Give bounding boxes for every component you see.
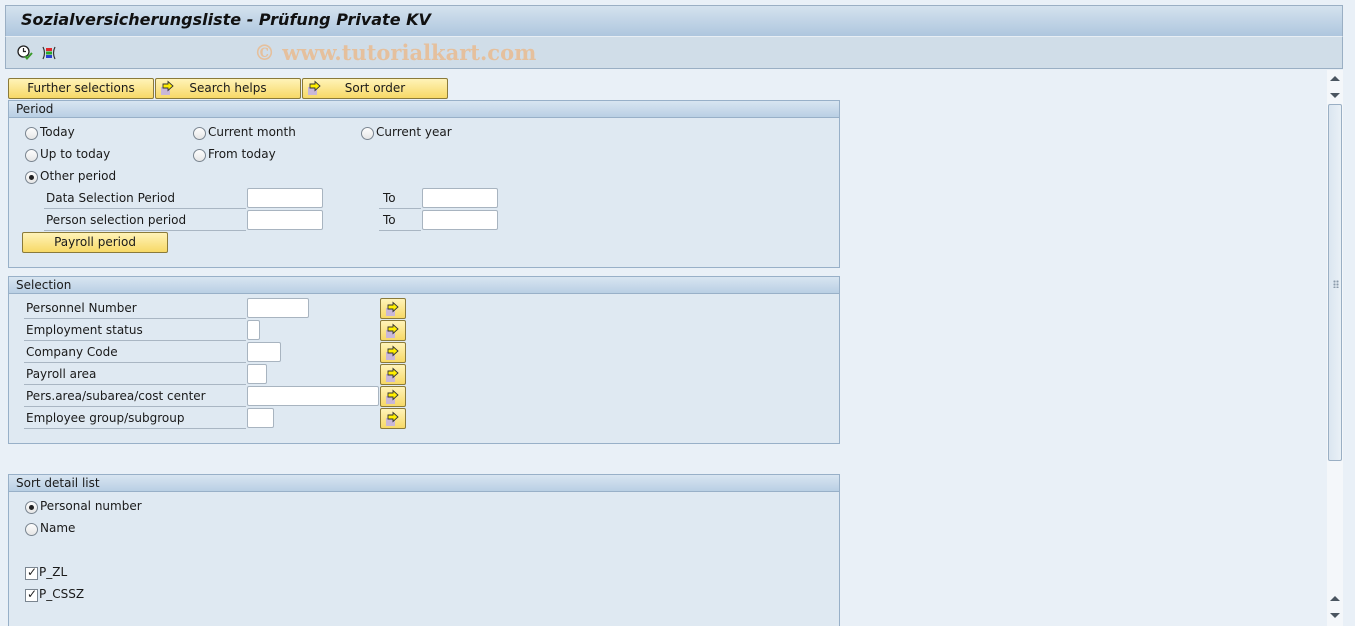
person-selection-to-input[interactable] <box>422 210 498 230</box>
arrow-up-icon <box>1330 596 1340 601</box>
company-code-label: Company Code <box>24 342 246 363</box>
period-group: Period Today Current month Current year … <box>8 100 840 268</box>
further-selections-button[interactable]: Further selections <box>8 78 154 99</box>
personnel-number-label: Personnel Number <box>24 298 246 319</box>
radio-personal-number[interactable] <box>25 501 38 514</box>
radio-name[interactable] <box>25 523 38 536</box>
arrow-right-icon <box>386 367 399 382</box>
radio-personal-number-label: Personal number <box>40 499 142 513</box>
employee-group-label: Employee group/subgroup <box>24 408 246 429</box>
execute-clock-icon[interactable] <box>16 44 34 62</box>
employment-status-multiple-selection-button[interactable] <box>380 320 406 341</box>
grip-icon <box>1333 280 1339 288</box>
radio-other-period[interactable] <box>25 171 38 184</box>
radio-current-month-label: Current month <box>208 125 296 139</box>
scroll-thumb[interactable] <box>1328 104 1342 461</box>
company-code-multiple-selection-button[interactable] <box>380 342 406 363</box>
arrow-right-icon <box>307 80 323 102</box>
radio-other-period-label: Other period <box>40 169 117 183</box>
radio-current-month[interactable] <box>193 127 206 140</box>
person-selection-from-input[interactable] <box>247 210 323 230</box>
radio-today-label: Today <box>40 125 75 139</box>
arrow-down-icon <box>1330 613 1340 618</box>
arrow-up-icon <box>1330 76 1340 81</box>
further-selections-label: Further selections <box>27 81 135 95</box>
arrow-right-icon <box>386 323 399 338</box>
period-group-title: Period <box>9 101 839 118</box>
employment-status-label: Employment status <box>24 320 246 341</box>
selection-group-title: Selection <box>9 277 839 294</box>
personnel-number-multiple-selection-button[interactable] <box>380 298 406 319</box>
data-selection-from-input[interactable] <box>247 188 323 208</box>
radio-from-today[interactable] <box>193 149 206 162</box>
sort-detail-group-title: Sort detail list <box>9 475 839 492</box>
checkbox-p-zl[interactable] <box>25 565 38 580</box>
window-title: Sozialversicherungsliste - Prüfung Priva… <box>21 10 431 29</box>
person-selection-period-label: Person selection period <box>44 210 246 231</box>
radio-today[interactable] <box>25 127 38 140</box>
radio-up-to-today[interactable] <box>25 149 38 162</box>
radio-from-today-label: From today <box>208 147 276 161</box>
payroll-area-input[interactable] <box>247 364 267 384</box>
checkbox-p-cssz[interactable] <box>25 587 38 602</box>
scroll-up-button[interactable] <box>1327 71 1343 87</box>
data-selection-to-label: To <box>379 188 421 209</box>
pers-area-input[interactable] <box>247 386 379 406</box>
radio-up-to-today-label: Up to today <box>40 147 111 161</box>
radio-name-label: Name <box>40 521 76 535</box>
radio-current-year[interactable] <box>361 127 374 140</box>
checkbox-p-cssz-label: P_CSSZ <box>39 587 85 601</box>
employment-status-input[interactable] <box>247 320 260 340</box>
pers-area-multiple-selection-button[interactable] <box>380 386 406 407</box>
checkbox-p-zl-label: P_ZL <box>39 565 68 579</box>
sort-detail-group: Sort detail list Personal number Name P_… <box>8 474 840 626</box>
arrow-down-icon <box>1330 93 1340 98</box>
scroll-page-down-button[interactable] <box>1327 607 1343 623</box>
vertical-scrollbar[interactable] <box>1327 70 1343 626</box>
employee-group-input[interactable] <box>247 408 274 428</box>
pers-area-label: Pers.area/subarea/cost center <box>24 386 246 407</box>
company-code-input[interactable] <box>247 342 281 362</box>
arrow-right-icon <box>386 301 399 316</box>
data-selection-to-input[interactable] <box>422 188 498 208</box>
payroll-area-label: Payroll area <box>24 364 246 385</box>
scroll-down-button[interactable] <box>1327 87 1343 103</box>
data-selection-period-label: Data Selection Period <box>44 188 246 209</box>
watermark: © www.tutorialkart.com <box>254 40 537 65</box>
sort-order-button[interactable]: Sort order <box>302 78 448 99</box>
arrow-right-icon <box>386 411 399 426</box>
scroll-page-up-button[interactable] <box>1327 591 1343 607</box>
payroll-period-button[interactable]: Payroll period <box>22 232 168 253</box>
payroll-period-label: Payroll period <box>54 235 136 249</box>
person-selection-to-label: To <box>379 210 421 231</box>
application-toolbar: © www.tutorialkart.com <box>5 36 1343 69</box>
arrow-right-icon <box>160 80 176 102</box>
arrow-right-icon <box>386 345 399 360</box>
employee-group-multiple-selection-button[interactable] <box>380 408 406 429</box>
search-helps-button[interactable]: Search helps <box>155 78 301 99</box>
search-helps-label: Search helps <box>189 81 267 95</box>
payroll-area-multiple-selection-button[interactable] <box>380 364 406 385</box>
sort-order-label: Sort order <box>344 81 406 95</box>
personnel-number-input[interactable] <box>247 298 309 318</box>
title-bar: Sozialversicherungsliste - Prüfung Priva… <box>5 5 1343 36</box>
selection-screen-icon[interactable] <box>40 44 58 62</box>
arrow-right-icon <box>386 389 399 404</box>
selection-group: Selection Personnel Number Employment st… <box>8 276 840 444</box>
radio-current-year-label: Current year <box>376 125 452 139</box>
